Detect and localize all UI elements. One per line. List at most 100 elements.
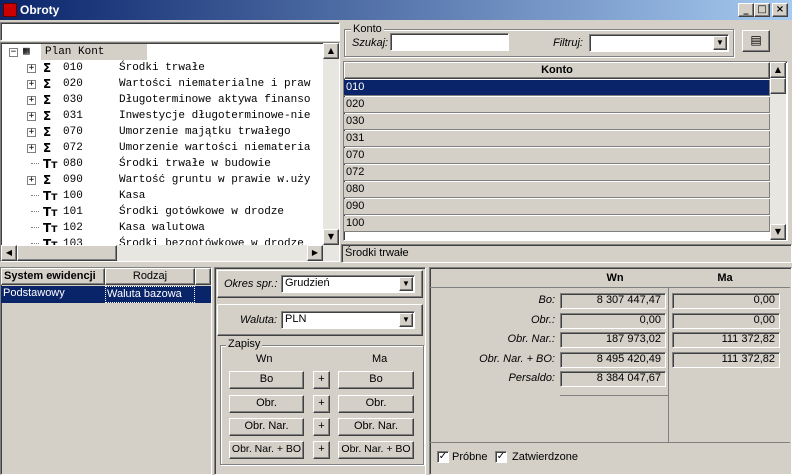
scroll-left-icon[interactable]: ◀ xyxy=(1,245,17,261)
scroll-up-icon[interactable]: ▲ xyxy=(770,62,786,78)
tree-hscrollbar[interactable]: ◀ ▶ xyxy=(1,245,339,261)
waluta-select[interactable]: PLN ▼ xyxy=(281,311,415,329)
expand-icon[interactable]: + xyxy=(27,96,36,105)
tree-item[interactable]: TT 080 Środki trwałe w budowie xyxy=(1,156,323,172)
tree-item-name: Umorzenie majątku trwałego xyxy=(119,126,291,138)
sigma-icon: Σ xyxy=(43,141,52,155)
konto-row[interactable]: 010 xyxy=(344,80,770,96)
expand-icon[interactable]: + xyxy=(27,80,36,89)
maximize-button[interactable]: □ xyxy=(754,3,770,17)
tree-item-name: Wartości niematerialne i praw xyxy=(119,78,311,90)
konto-row[interactable]: 090 xyxy=(344,199,770,215)
tree-item-name: Środki gotówkowe w drodze xyxy=(119,206,285,218)
value-row-label: Bo: xyxy=(538,294,555,306)
konto-row[interactable]: 070 xyxy=(344,148,770,164)
chevron-down-icon[interactable]: ▼ xyxy=(399,313,413,327)
ma-value: 0,00 xyxy=(672,312,780,329)
close-button[interactable]: × xyxy=(772,3,788,17)
okres-select[interactable]: Grudzień ▼ xyxy=(281,275,415,293)
konto-status: Środki trwałe xyxy=(341,244,792,263)
waluta-value: PLN xyxy=(285,313,307,325)
konto-vscrollbar[interactable]: ▲ ▼ xyxy=(770,62,786,240)
account-tree[interactable]: − ▦ Plan Kont + Σ 010 Środki trwałe + Σ 020 War… xyxy=(0,42,340,262)
konto-column-header[interactable]: Konto xyxy=(344,62,770,79)
tree-item[interactable]: TT 102 Kasa walutowa xyxy=(1,220,323,236)
system-header[interactable]: System ewidencji xyxy=(1,268,105,285)
scroll-up-icon[interactable]: ▲ xyxy=(323,43,339,59)
value-row-label: Obr. Nar.: xyxy=(507,333,555,345)
wn-value: 8 495 420,49 xyxy=(560,351,666,368)
wn-bo-button[interactable]: Bo xyxy=(229,371,304,389)
expand-icon[interactable]: + xyxy=(27,176,36,185)
probne-checkbox[interactable]: ✓ xyxy=(437,451,449,463)
system-table[interactable]: System ewidencji Rodzaj Podstawowy Walut… xyxy=(0,267,212,475)
wn-header: Wn xyxy=(606,272,624,284)
title-bar[interactable]: Obroty _ □ × xyxy=(0,0,792,20)
list-view-button[interactable]: ▤ xyxy=(742,30,770,52)
ma-obr-button[interactable]: Obr. xyxy=(338,395,414,413)
scroll-down-icon[interactable]: ▼ xyxy=(770,224,786,240)
zapisy-ma-label: Ma xyxy=(372,353,388,365)
scroll-down-icon[interactable]: ▼ xyxy=(323,229,339,245)
tree-item[interactable]: + Σ 070 Umorzenie majątku trwałego xyxy=(1,124,323,140)
konto-row[interactable]: 030 xyxy=(344,114,770,130)
ma-obr-nar-button[interactable]: Obr. Nar. xyxy=(338,418,414,436)
filtruj-select[interactable]: ▼ xyxy=(589,34,729,52)
plus-obr-button[interactable]: + xyxy=(313,395,330,413)
wn-obr-nar-button[interactable]: Obr. Nar. xyxy=(229,418,304,436)
expand-icon[interactable]: + xyxy=(27,112,36,121)
tree-line xyxy=(31,243,39,244)
filtruj-label: Filtruj: xyxy=(553,37,583,49)
tree-item-code: 010 xyxy=(63,62,83,74)
konto-row[interactable]: 100 xyxy=(344,216,770,232)
ma-bo-button[interactable]: Bo xyxy=(338,371,414,389)
plus-obr-nar-button[interactable]: + xyxy=(313,418,330,436)
tree-item[interactable]: + Σ 030 Długoterminowe aktywa finanso xyxy=(1,92,323,108)
zatwierdzone-checkbox[interactable]: ✓ xyxy=(495,451,507,463)
szukaj-input[interactable] xyxy=(390,33,509,51)
tree-root[interactable]: − ▦ Plan Kont xyxy=(1,44,331,60)
tree-item[interactable]: + Σ 031 Inwestycje długoterminowe-nie xyxy=(1,108,323,124)
chevron-down-icon[interactable]: ▼ xyxy=(399,277,413,291)
tree-item-name: Środki trwałe xyxy=(119,62,205,74)
expand-icon[interactable]: + xyxy=(27,144,36,153)
chevron-down-icon[interactable]: ▼ xyxy=(713,36,727,50)
table-row[interactable]: Podstawowy Waluta bazowa xyxy=(1,286,211,303)
tree-vscrollbar[interactable]: ▲ ▼ xyxy=(323,43,339,245)
expand-icon[interactable]: + xyxy=(27,64,36,73)
vscroll-thumb[interactable] xyxy=(770,78,786,94)
konto-row[interactable]: 080 xyxy=(344,182,770,198)
tree-item[interactable]: + Σ 010 Środki trwałe xyxy=(1,60,323,76)
expand-icon[interactable]: + xyxy=(27,128,36,137)
minimize-button[interactable]: _ xyxy=(738,3,754,17)
rodzaj-header[interactable]: Rodzaj xyxy=(105,268,195,285)
tree-item[interactable]: TT 101 Środki gotówkowe w drodze xyxy=(1,204,323,220)
hscroll-thumb[interactable] xyxy=(17,245,117,261)
value-row-label: Persaldo: xyxy=(508,372,555,384)
collapse-icon[interactable]: − xyxy=(9,48,18,57)
value-row-label: Obr.: xyxy=(530,313,555,326)
tree-item[interactable]: + Σ 020 Wartości niematerialne i praw xyxy=(1,76,323,92)
values-header: Wn Ma xyxy=(430,268,790,288)
sigma-icon: Σ xyxy=(43,61,52,75)
scroll-right-icon[interactable]: ▶ xyxy=(307,245,323,261)
konto-list[interactable]: Konto 010 020 030 031 070 072 080 090 100 ▲ ▼ xyxy=(343,61,788,241)
tree-item-code: 020 xyxy=(63,78,83,90)
ma-obr-nar-bo-button[interactable]: Obr. Nar. + BO xyxy=(338,441,414,459)
tree-item-code: 090 xyxy=(63,174,83,186)
plus-bo-button[interactable]: + xyxy=(313,371,330,389)
tree-item[interactable]: TT 100 Kasa xyxy=(1,188,323,204)
konto-row[interactable]: 072 xyxy=(344,165,770,181)
tree-item-name: Środki trwałe w budowie xyxy=(119,158,271,170)
konto-row[interactable]: 020 xyxy=(344,97,770,113)
tree-item[interactable]: + Σ 072 Umorzenie wartości niemateria xyxy=(1,140,323,156)
wn-obr-button[interactable]: Obr. xyxy=(229,395,304,413)
konto-row[interactable]: 031 xyxy=(344,131,770,147)
tree-item-code: 070 xyxy=(63,126,83,138)
tree-search-input[interactable] xyxy=(0,22,340,41)
wn-obr-nar-bo-button[interactable]: Obr. Nar. + BO xyxy=(229,441,304,459)
tree-line xyxy=(31,211,39,212)
plus-obr-nar-bo-button[interactable]: + xyxy=(313,441,330,459)
value-row-label: Obr. Nar. + BO: xyxy=(479,352,555,365)
tree-item[interactable]: + Σ 090 Wartość gruntu w prawie w.uży xyxy=(1,172,323,188)
